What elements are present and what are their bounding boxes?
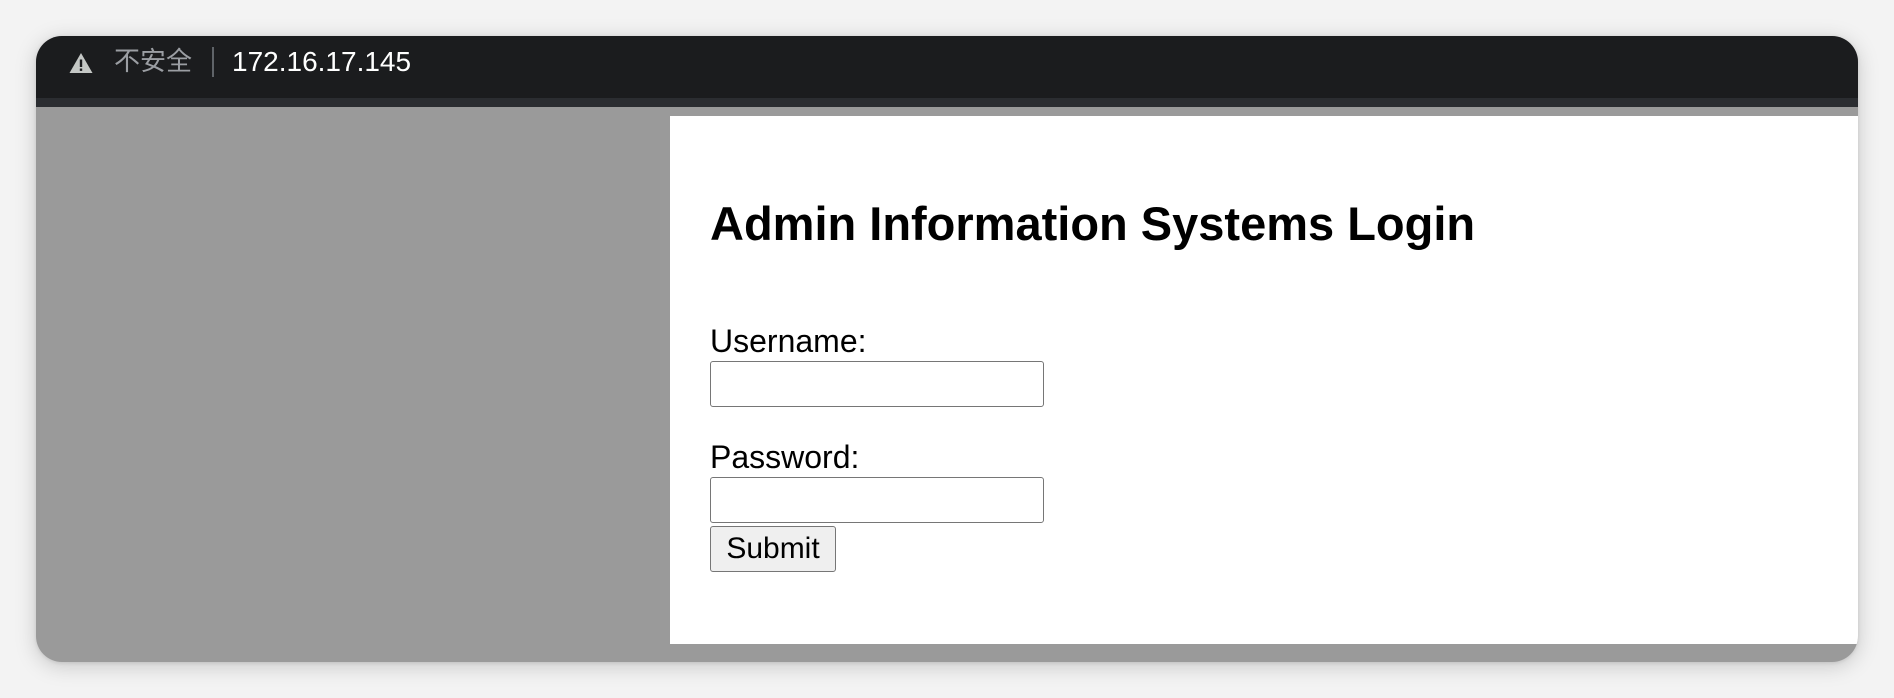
username-label: Username: [710, 323, 867, 359]
password-label: Password: [710, 439, 860, 475]
submit-button[interactable]: Submit [710, 526, 836, 572]
address-bar[interactable]: 不安全 172.16.17.145 [36, 36, 1858, 107]
address-bar-divider [212, 47, 214, 77]
password-input[interactable] [710, 477, 1044, 523]
login-panel: Admin Information Systems Login Username… [670, 116, 1858, 644]
warning-triangle-icon[interactable] [68, 51, 94, 75]
page-title: Admin Information Systems Login [710, 197, 1476, 250]
username-input[interactable] [710, 361, 1044, 407]
url-text[interactable]: 172.16.17.145 [232, 45, 411, 79]
security-status-label[interactable]: 不安全 [114, 46, 192, 78]
browser-window: 不安全 172.16.17.145 Admin Information Syst… [36, 36, 1858, 662]
